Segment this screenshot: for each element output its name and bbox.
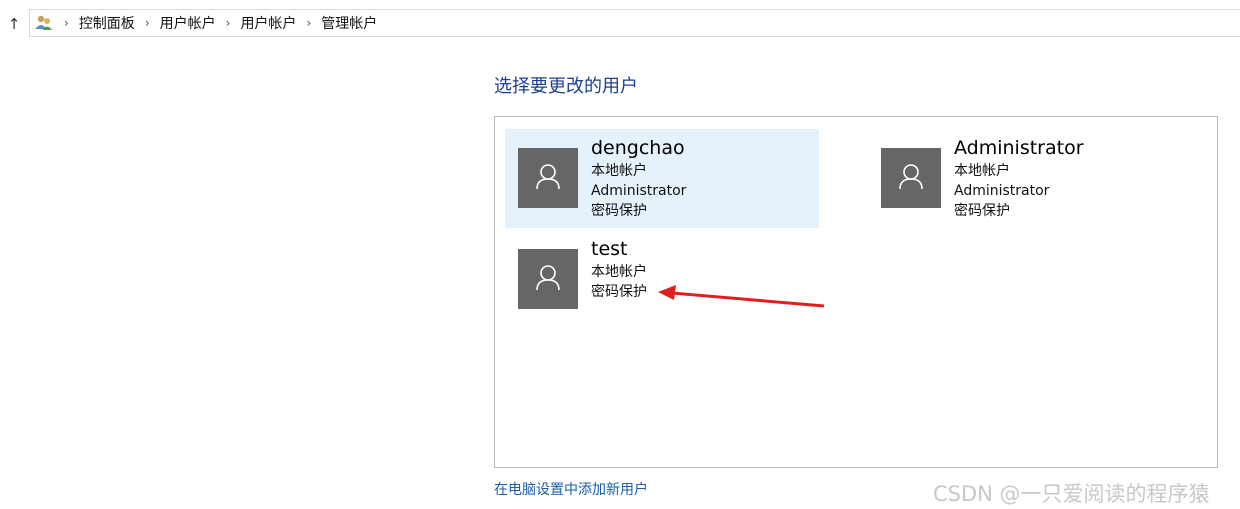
account-password-status: 密码保护 [591, 203, 647, 219]
add-new-user-link[interactable]: 在电脑设置中添加新用户 [494, 479, 648, 499]
breadcrumb-item[interactable]: 控制面板 [79, 13, 135, 33]
address-bar[interactable]: › 控制面板 › 用户帐户 › 用户帐户 › 管理帐户 [29, 9, 1240, 37]
account-type: 本地帐户 [591, 264, 647, 280]
up-level-button[interactable]: ↑ [6, 14, 22, 34]
breadcrumb-item[interactable]: 用户帐户 [240, 13, 296, 33]
breadcrumb-item[interactable]: 用户帐户 [160, 13, 216, 33]
account-password-status: 密码保护 [954, 203, 1010, 219]
account-name: dengchao [591, 137, 685, 159]
users-control-panel-icon [34, 13, 54, 33]
breadcrumb-item[interactable]: 管理帐户 [321, 13, 377, 33]
account-type: 本地帐户 [591, 163, 647, 179]
account-password-status: 密码保护 [591, 284, 647, 300]
chevron-right-icon: › [144, 16, 150, 30]
page-title: 选择要更改的用户 [494, 76, 638, 97]
user-avatar-icon [881, 148, 941, 208]
account-tile-test[interactable]: test 本地帐户 密码保护 [505, 230, 819, 329]
user-avatar-icon [518, 249, 578, 309]
account-tile-dengchao[interactable]: dengchao 本地帐户 Administrator 密码保护 [505, 129, 819, 228]
account-name: test [591, 238, 628, 260]
account-tile-administrator[interactable]: Administrator 本地帐户 Administrator 密码保护 [868, 129, 1188, 228]
account-type: 本地帐户 [954, 163, 1010, 179]
chevron-right-icon: › [64, 16, 69, 30]
user-avatar-icon [518, 148, 578, 208]
chevron-right-icon: › [225, 16, 231, 30]
account-name: Administrator [954, 137, 1084, 159]
account-list: dengchao 本地帐户 Administrator 密码保护 Adminis… [494, 116, 1218, 468]
chevron-right-icon: › [306, 16, 312, 30]
account-role: Administrator [591, 183, 687, 199]
account-role: Administrator [954, 183, 1050, 199]
watermark: CSDN @一只爱阅读的程序猿 [933, 482, 1210, 506]
